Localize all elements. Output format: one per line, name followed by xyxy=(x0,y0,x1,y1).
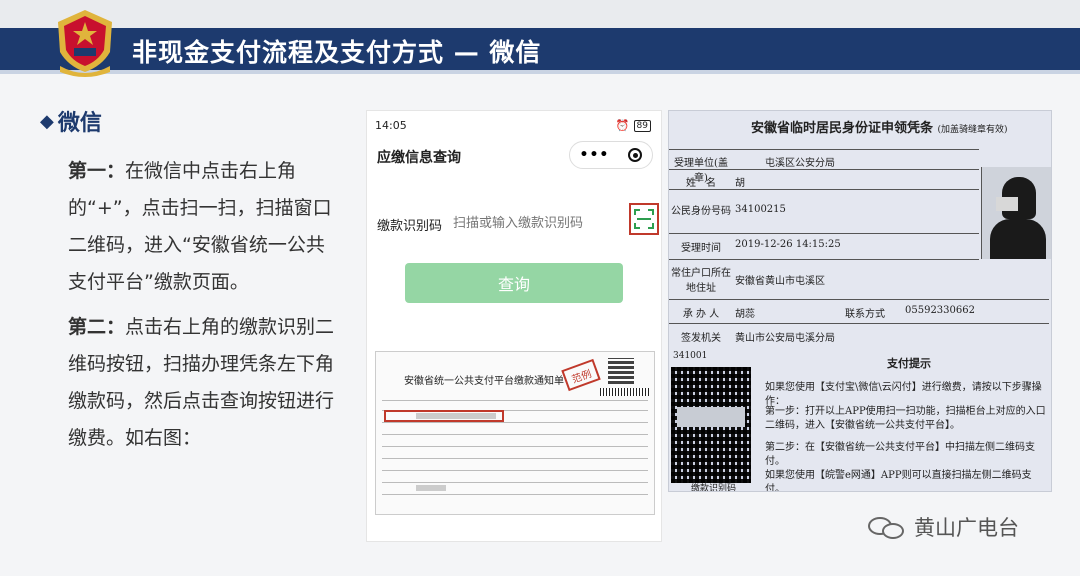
voucher-title-note: (加盖骑缝章有效) xyxy=(937,125,1008,135)
blurred-cell xyxy=(416,485,446,491)
diamond-bullet-icon: ◆ xyxy=(40,110,54,132)
instructions: ◆ 微信 第一：在微信中点击右上角的“+”，点击扫一扫，扫描窗口二维码，进入“安… xyxy=(40,105,340,457)
voucher-row: 姓 名 胡 xyxy=(669,169,979,189)
title-bar-accent xyxy=(0,70,1080,74)
section-title: 微信 xyxy=(57,111,102,136)
voucher-row-value: 胡 xyxy=(735,178,745,189)
photo-body xyxy=(990,219,1046,259)
notice-rule xyxy=(382,494,648,495)
battery-icon: 89 xyxy=(633,119,651,132)
contact-label: 联系方式 xyxy=(845,309,885,320)
close-circle-icon[interactable] xyxy=(628,148,643,162)
id-photo xyxy=(981,167,1051,259)
voucher-row-value: 2019-12-26 14:15:25 xyxy=(735,239,841,250)
more-dots-icon[interactable]: ••• xyxy=(580,147,610,163)
voucher-row-label: 公民身份号码 xyxy=(671,206,731,217)
step-1-label: 第一： xyxy=(68,160,126,182)
section-heading: ◆ 微信 xyxy=(40,105,340,137)
police-emblem-icon xyxy=(58,10,112,77)
voucher-row-label: 签发机关 xyxy=(681,333,721,344)
voucher-row-label: 承 办 人 xyxy=(682,309,720,320)
voucher-row-value: 屯溪区公安分局 xyxy=(765,158,835,169)
step-2-label: 第二： xyxy=(68,316,126,338)
mini-program-capsule[interactable]: ••• xyxy=(569,141,653,169)
voucher-row: 公民身份号码 34100215 xyxy=(669,189,979,233)
tip-4: 如果您使用【皖警e网通】APP则可以直接扫描左侧二维码支付。 xyxy=(765,470,1032,492)
notice-qr-code xyxy=(608,358,634,384)
status-time: 14:05 xyxy=(375,119,407,132)
qr-label: 缴款识别码 xyxy=(691,484,737,492)
notice-rule xyxy=(382,446,648,447)
voucher-row-label: 姓 名 xyxy=(686,178,716,189)
watermark: 黄山广电台 xyxy=(868,512,1019,542)
photo-face-blur xyxy=(996,197,1018,211)
voucher-row: 受理时间 2019-12-26 14:15:25 xyxy=(669,233,979,255)
sample-stamp: 范例 xyxy=(561,358,601,392)
notice-rule xyxy=(382,434,648,435)
voucher-row-label: 常住户口所在地住址 xyxy=(671,268,731,294)
tips-title: 支付提示 xyxy=(887,357,931,370)
payment-code-input[interactable] xyxy=(453,211,603,235)
page-title: 非现金支付流程及支付方式 — 微信 xyxy=(132,38,542,67)
notice-rule xyxy=(382,422,648,423)
top-stripe xyxy=(0,0,1080,28)
tip-2: 第一步：打开以上APP使用扫一扫功能，扫描柜台上对应的入口二维码，进入【安徽省统… xyxy=(765,406,1046,431)
step-2: 第二：点击右上角的缴款识别二维码按钮，扫描办理凭条左下角缴款码，然后点击查询按钮… xyxy=(68,309,340,457)
alarm-icon: ⏰ xyxy=(615,119,630,132)
title-bar: 非现金支付流程及支付方式 — 微信 xyxy=(0,28,1080,74)
id-number-prefix: 341001 xyxy=(673,351,708,361)
voucher-row: 签发机关 黄山市公安局屯溪分局 xyxy=(669,323,1049,345)
notice-title: 安徽省统一公共支付平台缴款通知单 xyxy=(404,376,564,387)
wechat-logo-icon xyxy=(868,515,908,539)
status-icons: ⏰ 89 xyxy=(616,119,651,132)
query-button[interactable]: 查询 xyxy=(405,263,623,303)
contact-value: 05592330662 xyxy=(905,305,975,316)
phone-screenshot: 14:05 ⏰ 89 应缴信息查询 ••• 缴款识别码 查询 安徽省统一公共支付… xyxy=(366,110,662,542)
voucher-row-value: 安徽省黄山市屯溪区 xyxy=(735,276,825,287)
step-1: 第一：在微信中点击右上角的“+”，点击扫一扫，扫描窗口二维码，进入“安徽省统一公… xyxy=(68,153,340,301)
watermark-text: 黄山广电台 xyxy=(914,516,1019,540)
notice-rule xyxy=(382,482,648,483)
voucher-row-value: 黄山市公安局屯溪分局 xyxy=(735,333,835,344)
scan-icon xyxy=(634,209,654,229)
id-card-voucher: 安徽省临时居民身份证申领凭条 (加盖骑缝章有效) 受理单位(盖章) 屯溪区公安分… xyxy=(668,110,1052,492)
app-page-title: 应缴信息查询 xyxy=(377,150,461,166)
payment-notice-sample: 安徽省统一公共支付平台缴款通知单 范例 xyxy=(375,351,655,515)
voucher-row: 受理单位(盖章) 屯溪区公安分局 xyxy=(669,149,979,184)
notice-rule xyxy=(382,470,648,471)
notice-barcode xyxy=(600,388,650,396)
tip-3: 第二步：在【安徽省统一公共支付平台】中扫描左侧二维码支付。 xyxy=(765,442,1035,467)
notice-rule xyxy=(382,400,648,401)
scan-button[interactable] xyxy=(629,203,659,235)
qr-blur xyxy=(677,407,745,427)
voucher-title: 安徽省临时居民身份证申领凭条 (加盖骑缝章有效) xyxy=(751,121,1008,136)
voucher-row-label: 受理时间 xyxy=(681,243,721,254)
notice-rule xyxy=(382,458,648,459)
voucher-row: 承 办 人 胡蕊 联系方式 05592330662 xyxy=(669,299,1049,321)
voucher-row-value: 胡蕊 xyxy=(735,309,755,320)
field-label: 缴款识别码 xyxy=(377,219,443,234)
blurred-cell xyxy=(416,413,496,419)
voucher-row-value: 34100215 xyxy=(735,204,786,215)
voucher-row: 常住户口所在地住址 安徽省黄山市屯溪区 xyxy=(669,259,979,295)
